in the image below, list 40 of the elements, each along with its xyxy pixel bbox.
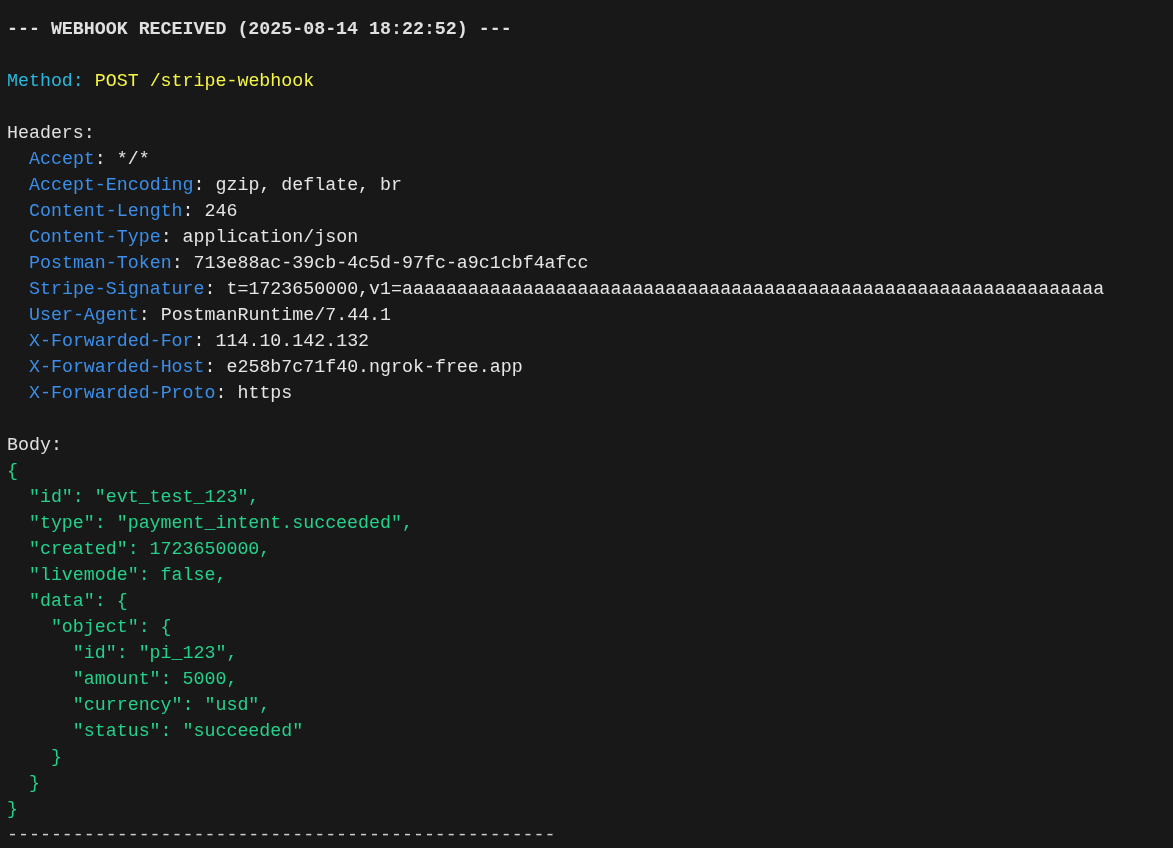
json-line: "type": "payment_intent.succeeded", <box>27 512 413 535</box>
header-value: : */* <box>94 148 150 171</box>
json-line: "data": { <box>27 590 128 613</box>
json-line: "livemode": false, <box>27 564 227 587</box>
separator-line: -------------------------------------------------- <box>7 824 556 847</box>
json-line: } <box>7 798 18 821</box>
json-line: { <box>7 460 18 483</box>
method-value: POST /stripe-webhook <box>94 70 315 93</box>
json-line: "created": 1723650000, <box>27 538 271 561</box>
header-value: : t=1723650000,v1=aaaaaaaaaaaaaaaaaaaaaaaaaaaaaaaaaaaaaaaaaaaaaaaaaaaaaaaaaaaaaaaa <box>204 278 1105 301</box>
json-line: "id": "pi_123", <box>71 642 238 665</box>
header-name: Stripe-Signature <box>29 278 205 301</box>
json-line: } <box>27 772 40 795</box>
header-value: : 713e88ac-39cb-4c5d-97fc-a9c1cbf4afcc <box>171 252 589 275</box>
header-value: : https <box>215 382 293 405</box>
method-label: Method: <box>7 70 84 93</box>
header-name: X-Forwarded-Host <box>29 356 205 379</box>
header-value: : e258b7c71f40.ngrok-free.app <box>204 356 523 379</box>
header-name: X-Forwarded-For <box>29 330 194 353</box>
header-value: : application/json <box>160 226 359 249</box>
header-name: Postman-Token <box>29 252 172 275</box>
header-name: Accept <box>29 148 95 171</box>
header-name: Content-Type <box>29 226 161 249</box>
json-line: "status": "succeeded" <box>71 720 304 743</box>
json-line: "currency": "usd", <box>71 694 271 717</box>
json-line: "object": { <box>49 616 172 639</box>
header-name: Content-Length <box>29 200 183 223</box>
header-name: Accept-Encoding <box>29 174 194 197</box>
header-value: : 114.10.142.132 <box>193 330 370 353</box>
json-line: } <box>49 746 62 769</box>
json-line: "id": "evt_test_123", <box>27 486 260 509</box>
json-line: "amount": 5000, <box>71 668 238 691</box>
header-value: : PostmanRuntime/7.44.1 <box>138 304 392 327</box>
header-value: : 246 <box>182 200 238 223</box>
header-value: : gzip, deflate, br <box>193 174 402 197</box>
section-label: Headers: <box>7 122 95 145</box>
section-label: Body: <box>7 434 62 457</box>
header-name: X-Forwarded-Proto <box>29 382 216 405</box>
header-name: User-Agent <box>29 304 139 327</box>
banner-title: --- WEBHOOK RECEIVED (2025-08-14 18:22:52) --- <box>7 18 512 41</box>
